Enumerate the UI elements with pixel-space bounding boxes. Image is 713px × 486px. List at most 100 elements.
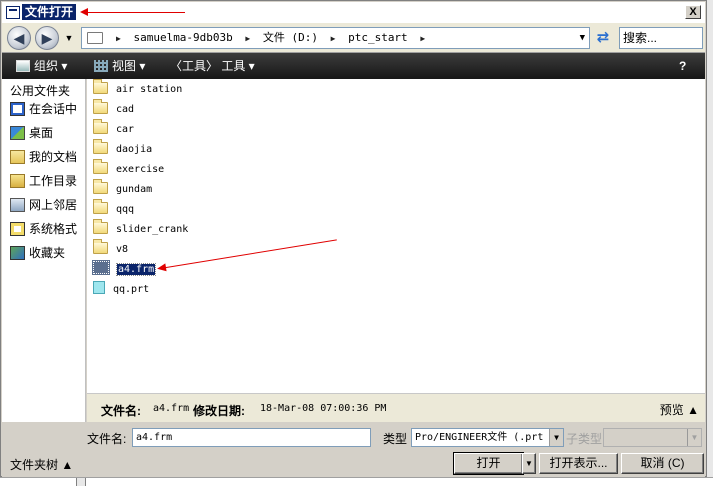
open-representation-button[interactable]: 打开表示... [539,453,618,474]
refresh-button[interactable]: ⇄ [592,27,614,49]
file-type-value: Pro/ENGINEER文件 (.prt [415,432,544,443]
window-title: 文件打开 [22,4,77,20]
file-name: car [116,124,135,135]
folder-icon [93,159,108,174]
organize-menu[interactable]: 组织 ▾ [16,53,67,79]
breadcrumb: ▶ samuelma-9db03b ▶ 文件 (D:) ▶ ptc_start … [110,28,431,48]
file-name: daojia [116,144,153,155]
details-name-value: a4.frm [153,403,190,414]
list-item[interactable]: daojia [93,139,153,159]
breadcrumb-separator-icon[interactable]: ▶ [245,29,250,49]
list-item-selected[interactable]: a4.frm [92,260,157,279]
annotation-arrowhead-file [156,263,167,273]
common-folders-header: 公用文件夹 [10,84,71,98]
chevron-down-icon: ▼ [687,429,701,446]
folder-icon [93,99,108,114]
window-icon [6,6,20,19]
part-file-icon [93,281,105,294]
back-button[interactable]: ◀ [7,26,31,50]
filename-field[interactable]: a4.frm [132,428,371,447]
list-item[interactable]: qqq [93,199,135,219]
close-button[interactable]: X [685,5,701,19]
drawing-format-icon [92,260,110,275]
sidebar-item-label: 网上邻居 [29,198,78,212]
breadcrumb-computer[interactable]: samuelma-9db03b [133,28,232,48]
system-format-icon [10,222,25,236]
file-list: air station cad car daojia exercise gund… [87,79,705,393]
sidebar-item-my-documents[interactable]: 我的文档 [2,145,85,169]
sidebar-item-label: 在会话中 [29,102,78,116]
filename-row: 文件名: a4.frm 类型 Pro/ENGINEER文件 (.prt ▼ 子类型… [2,422,705,450]
file-name: qqq [116,204,135,215]
open-button[interactable]: 打开 [453,452,524,475]
folder-icon [93,219,108,234]
breadcrumb-separator-icon[interactable]: ▶ [331,29,336,49]
folder-icon [87,32,103,44]
list-item[interactable]: v8 [93,239,129,259]
filename-label: 文件名: [87,432,127,446]
list-item[interactable]: slider_crank [93,219,188,239]
folder-icon [93,119,108,134]
folder-icon [93,179,108,194]
annotation-arrow-title [82,12,185,13]
list-item[interactable]: air station [93,79,182,99]
forward-button[interactable]: ▶ [35,26,59,50]
list-item[interactable]: cad [93,99,135,119]
background-edge-bottom [0,477,713,486]
breadcrumb-separator-icon[interactable]: ▶ [116,29,121,49]
sidebar-item-label: 工作目录 [29,174,78,188]
sidebar-item-label: 收藏夹 [29,246,66,260]
open-options-dropdown[interactable]: ▼ [522,453,536,474]
sidebar-item-network[interactable]: 网上邻居 [2,193,85,217]
file-open-dialog: 文件打开 X ◀ ▶ ▼ ▶ samuelma-9db03b ▶ 文件 (D:)… [0,0,707,477]
session-icon [10,102,25,116]
file-name: exercise [116,164,165,175]
breadcrumb-folder[interactable]: ptc_start [348,28,408,48]
toolbar: 组织 ▾ 视图 ▾ 〈工具〉 工具 ▾ ? [2,53,705,79]
folder-icon [93,239,108,254]
sidebar-item-desktop[interactable]: 桌面 [2,121,85,145]
chevron-down-icon[interactable]: ▼ [549,429,563,446]
details-date-label: 修改日期: [193,404,245,418]
sidebar-item-system-format[interactable]: 系统格式 [2,217,85,241]
background-edge [707,0,713,486]
type-label: 类型 [383,432,408,446]
favorites-icon [10,246,25,260]
view-menu[interactable]: 视图 ▾ [94,53,145,79]
sidebar-item-favorites[interactable]: 收藏夹 [2,241,85,265]
file-name: cad [116,104,135,115]
documents-icon [10,150,25,164]
file-name: v8 [116,244,129,255]
breadcrumb-drive[interactable]: 文件 (D:) [263,28,318,48]
cancel-button[interactable]: 取消 (C) [621,453,704,474]
list-item[interactable]: car [93,119,135,139]
folder-icon [93,139,108,154]
folder-icon [93,199,108,214]
list-item[interactable]: gundam [93,179,153,199]
working-directory-icon [10,174,25,188]
organize-icon [16,60,30,72]
tools-menu[interactable]: 〈工具〉 工具 ▾ [170,53,255,79]
subtype-label: 子类型 [566,432,603,446]
view-label: 视图 ▾ [112,59,146,73]
details-bar: 文件名: a4.frm 修改日期: 18-Mar-08 07:00:36 PM … [87,393,705,422]
sidebar-item-in-session[interactable]: 在会话中 [2,97,85,121]
folder-tree-toggle[interactable]: 文件夹树 ▲ [10,456,73,473]
file-name: gundam [116,184,153,195]
file-type-select[interactable]: Pro/ENGINEER文件 (.prt ▼ [411,428,564,447]
subtype-select: ▼ [603,428,702,447]
address-dropdown[interactable]: ▼ [580,28,585,48]
folder-icon [93,79,108,94]
preview-toggle[interactable]: 预览 ▲ [660,401,699,418]
sidebar-item-working-directory[interactable]: 工作目录 [2,169,85,193]
recent-locations-dropdown[interactable]: ▼ [63,31,75,45]
breadcrumb-separator-icon[interactable]: ▶ [420,29,425,49]
list-item[interactable]: exercise [93,159,165,179]
address-field[interactable]: ▶ samuelma-9db03b ▶ 文件 (D:) ▶ ptc_start … [81,27,590,49]
list-item[interactable]: qq.prt [93,281,149,299]
file-name: a4.frm [115,263,157,276]
search-input[interactable]: 搜索... [619,27,703,49]
help-icon[interactable]: ? [679,59,695,73]
sidebar-item-label: 系统格式 [29,222,78,236]
desktop-icon [10,126,25,140]
